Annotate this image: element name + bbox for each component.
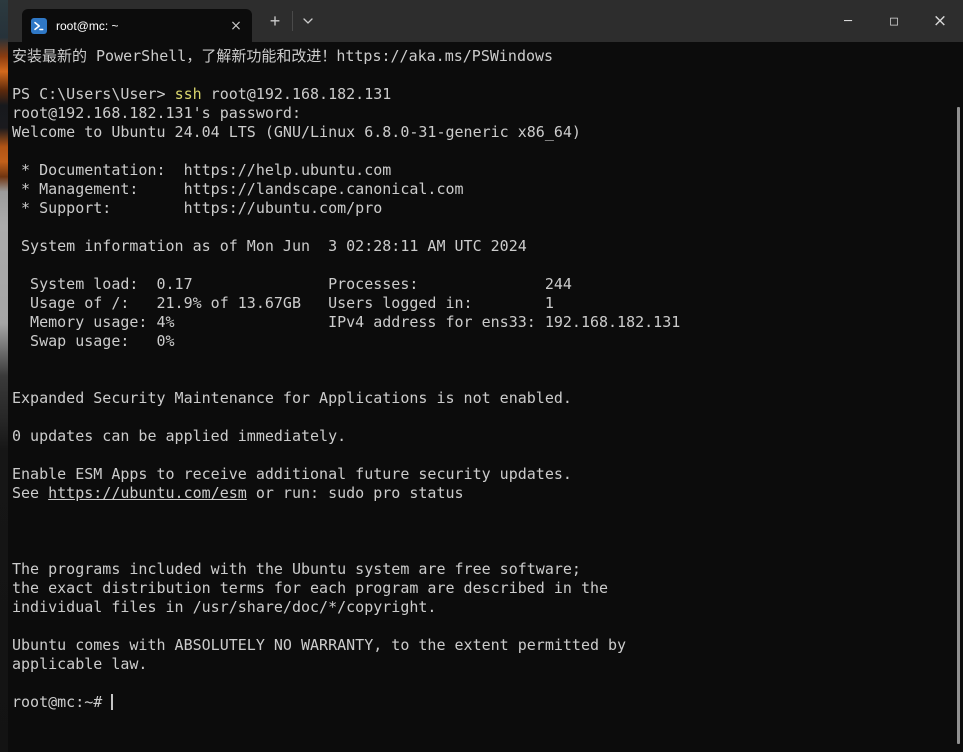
terminal-cursor: [111, 694, 113, 710]
screen: { "window": { "tab": { "label": "root@mc…: [0, 0, 963, 752]
terminal-line: * Management: https://landscape.canonica…: [12, 180, 963, 199]
terminal-line: * Documentation: https://help.ubuntu.com: [12, 161, 963, 180]
terminal-line: 安装最新的 PowerShell，了解新功能和改进！https://aka.ms…: [12, 47, 963, 66]
tab-close-icon[interactable]: ×: [226, 16, 246, 36]
chevron-down-icon: [303, 18, 313, 24]
terminal-line: [12, 674, 963, 693]
terminal-line: Ubuntu comes with ABSOLUTELY NO WARRANTY…: [12, 636, 963, 655]
terminal-text: * Support: https://ubuntu.com/pro: [12, 199, 382, 217]
terminal-text: Usage of /: 21.9% of 13.67GB Users logge…: [12, 294, 554, 312]
tab-dropdown-button[interactable]: [294, 7, 322, 35]
terminal-text: the exact distribution terms for each pr…: [12, 579, 608, 597]
terminal-text: System information as of Mon Jun 3 02:28…: [12, 237, 527, 255]
window-controls: ─ □ ×: [825, 0, 963, 42]
terminal-text: System load: 0.17 Processes: 244: [12, 275, 572, 293]
terminal-line: root@mc:~#: [12, 693, 963, 712]
terminal-line: individual files in /usr/share/doc/*/cop…: [12, 598, 963, 617]
terminal-output: 安装最新的 PowerShell，了解新功能和改进！https://aka.ms…: [12, 47, 963, 712]
terminal-line: [12, 218, 963, 237]
terminal-line: Welcome to Ubuntu 24.04 LTS (GNU/Linux 6…: [12, 123, 963, 142]
powershell-icon: [31, 18, 47, 34]
new-tab-button[interactable]: +: [259, 7, 291, 35]
titlebar-divider: [292, 11, 293, 31]
titlebar[interactable]: root@mc: ~ × + ─ □ ×: [8, 0, 963, 42]
terminal-text: * Documentation: https://help.ubuntu.com: [12, 161, 391, 179]
terminal-line: * Support: https://ubuntu.com/pro: [12, 199, 963, 218]
terminal-line: [12, 66, 963, 85]
tab-title: root@mc: ~: [56, 19, 226, 33]
terminal-line: Enable ESM Apps to receive additional fu…: [12, 465, 963, 484]
maximize-button[interactable]: □: [871, 0, 917, 42]
tab-root-mc[interactable]: root@mc: ~ ×: [22, 9, 252, 42]
terminal-line: Usage of /: 21.9% of 13.67GB Users logge…: [12, 294, 963, 313]
terminal-text: or run: sudo pro status: [247, 484, 464, 502]
terminal-line: [12, 256, 963, 275]
terminal-text: root@mc:~#: [12, 693, 111, 711]
terminal-text: root@192.168.182.131: [202, 85, 392, 103]
terminal-text: Enable ESM Apps to receive additional fu…: [12, 465, 572, 483]
terminal-text: applicable law.: [12, 655, 147, 673]
terminal-line: [12, 522, 963, 541]
terminal-line: [12, 370, 963, 389]
terminal-line: root@192.168.182.131's password:: [12, 104, 963, 123]
terminal-line: PS C:\Users\User> ssh root@192.168.182.1…: [12, 85, 963, 104]
terminal-text: 0 updates can be applied immediately.: [12, 427, 346, 445]
terminal-text: Welcome to Ubuntu 24.04 LTS (GNU/Linux 6…: [12, 123, 581, 141]
terminal-line: Memory usage: 4% IPv4 address for ens33:…: [12, 313, 963, 332]
terminal-line: [12, 142, 963, 161]
terminal-text: Expanded Security Maintenance for Applic…: [12, 389, 572, 407]
terminal-text: 安装最新的 PowerShell，了解新功能和改进！https://aka.ms…: [12, 47, 553, 65]
close-button[interactable]: ×: [917, 0, 963, 42]
minimize-button[interactable]: ─: [825, 0, 871, 42]
terminal-viewport[interactable]: 安装最新的 PowerShell，了解新功能和改进！https://aka.ms…: [8, 42, 963, 752]
terminal-line: the exact distribution terms for each pr…: [12, 579, 963, 598]
terminal-line: [12, 541, 963, 560]
terminal-window: root@mc: ~ × + ─ □ × 安装最新的 PowerShell，了解…: [8, 0, 963, 752]
terminal-text: PS C:\Users\User>: [12, 85, 175, 103]
terminal-line: [12, 503, 963, 522]
terminal-line: System load: 0.17 Processes: 244: [12, 275, 963, 294]
terminal-text: individual files in /usr/share/doc/*/cop…: [12, 598, 436, 616]
terminal-text: Ubuntu comes with ABSOLUTELY NO WARRANTY…: [12, 636, 626, 654]
terminal-line: [12, 351, 963, 370]
terminal-text: Memory usage: 4% IPv4 address for ens33:…: [12, 313, 680, 331]
scrollbar-thumb[interactable]: [957, 107, 960, 744]
terminal-text: See: [12, 484, 48, 502]
terminal-line: 0 updates can be applied immediately.: [12, 427, 963, 446]
terminal-line: [12, 408, 963, 427]
terminal-text: ssh: [175, 85, 202, 103]
terminal-text: The programs included with the Ubuntu sy…: [12, 560, 581, 578]
terminal-line: See https://ubuntu.com/esm or run: sudo …: [12, 484, 963, 503]
terminal-line: Swap usage: 0%: [12, 332, 963, 351]
terminal-text: * Management: https://landscape.canonica…: [12, 180, 464, 198]
terminal-text: Swap usage: 0%: [12, 332, 175, 350]
terminal-line: Expanded Security Maintenance for Applic…: [12, 389, 963, 408]
scrollbar[interactable]: [956, 42, 963, 752]
terminal-link[interactable]: https://ubuntu.com/esm: [48, 484, 247, 502]
terminal-line: [12, 446, 963, 465]
terminal-line: applicable law.: [12, 655, 963, 674]
desktop-background-sliver: [0, 0, 8, 752]
terminal-line: [12, 617, 963, 636]
terminal-line: System information as of Mon Jun 3 02:28…: [12, 237, 963, 256]
terminal-text: root@192.168.182.131's password:: [12, 104, 301, 122]
terminal-line: The programs included with the Ubuntu sy…: [12, 560, 963, 579]
